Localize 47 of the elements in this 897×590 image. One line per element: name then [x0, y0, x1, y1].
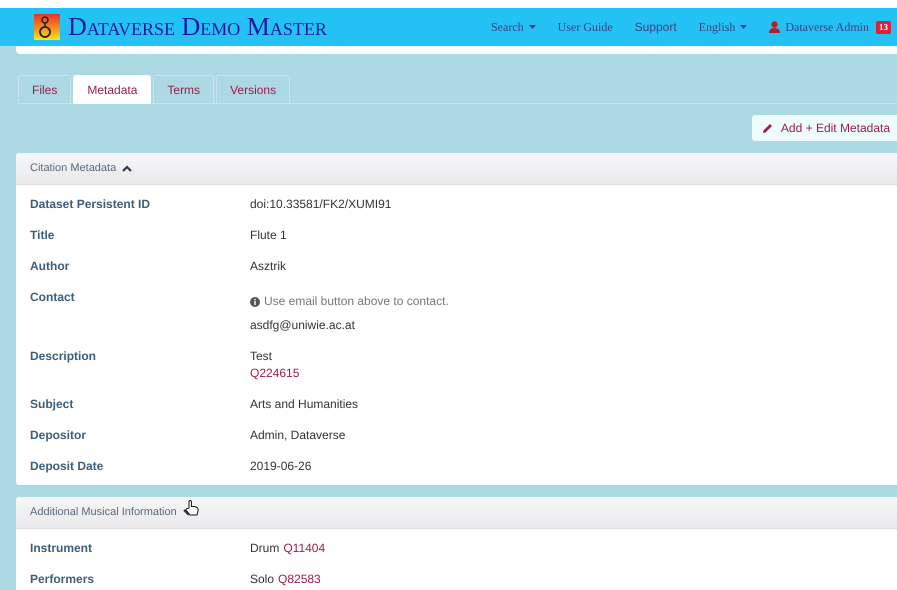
field-label: Author [30, 258, 70, 275]
help-text: Use email button above to contact. [264, 293, 449, 310]
site-title[interactable]: Dataverse Demo Master [68, 14, 327, 40]
field-label: Performers [30, 571, 96, 588]
field-label: Deposit Date [30, 458, 104, 475]
nav-link[interactable]: Support [634, 18, 677, 36]
field-value: Test [250, 348, 272, 365]
tab[interactable]: Terms [153, 75, 214, 104]
tab[interactable]: Metadata [73, 75, 152, 104]
notification-badge: 13 [876, 20, 891, 34]
field-value: Admin, Dataverse [250, 427, 346, 444]
nav-dropdown[interactable]: Search [491, 18, 536, 36]
panel-title: Citation Metadata [30, 161, 116, 176]
field-value: Solo [250, 571, 274, 588]
user-icon [769, 21, 780, 33]
nav-link[interactable]: User Guide [558, 18, 613, 36]
tab[interactable]: Versions [216, 75, 290, 104]
field-value: 2019-06-26 [250, 458, 312, 475]
panel-header[interactable]: Additional Musical Information [16, 497, 897, 529]
logo-icon [34, 14, 60, 40]
field-value: Asztrik [250, 258, 286, 275]
field-label: Depositor [30, 427, 88, 444]
field-value: Arts and Humanities [250, 396, 358, 413]
panel-title: Additional Musical Information [30, 505, 177, 520]
field-label: Title [30, 227, 56, 244]
tab[interactable]: Files [18, 75, 72, 104]
field-label: Contact [30, 289, 76, 306]
add-edit-metadata-button[interactable]: Add + Edit Metadata [752, 115, 897, 141]
hand-cursor-icon [184, 500, 199, 517]
field-value: asdfg@uniwie.ac.at [250, 317, 355, 334]
field-value: doi:10.33581/FK2/XUMI91 [250, 196, 392, 213]
caret-icon [528, 25, 536, 29]
field-value: Drum [250, 540, 280, 557]
wikidata-link[interactable]: Q11404 [283, 540, 326, 557]
info-icon [250, 296, 260, 306]
wikidata-link[interactable]: Q82583 [278, 571, 321, 588]
field-label: Instrument [30, 540, 94, 557]
nav-dropdown[interactable]: English [698, 18, 748, 36]
field-label: Description [30, 348, 98, 365]
field-label: Dataset Persistent ID [30, 196, 152, 213]
caret-icon [740, 25, 748, 29]
field-value: Flute 1 [250, 227, 287, 244]
field-label: Subject [30, 396, 74, 413]
panel-header[interactable]: Citation Metadata [16, 153, 897, 185]
pencil-icon [762, 122, 773, 134]
wikidata-link[interactable]: Q224615 [250, 365, 300, 382]
user-menu[interactable]: Dataverse Admin 13 [769, 18, 891, 36]
